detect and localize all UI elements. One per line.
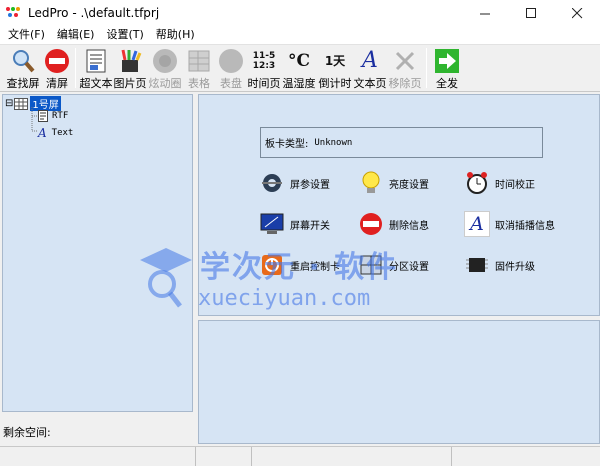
send-all-button[interactable]: 全发 [430, 45, 464, 91]
menu-file[interactable]: 文件(F) [2, 26, 51, 44]
no-entry-icon [358, 211, 384, 237]
close-button[interactable] [554, 0, 600, 26]
time-calibrate-action[interactable]: 时间校正 [464, 170, 535, 196]
green-arrow-icon [433, 47, 461, 74]
toolbar-separator [75, 48, 76, 88]
countdown-day-icon: 1天 [324, 54, 346, 68]
tree-item-rtf[interactable]: RTF [38, 110, 68, 122]
find-screen-button[interactable]: 查找屏 [4, 45, 42, 91]
toolbar: 查找屏 清屏 超文本 图片页 炫动圈 表格 表盘 11-5 12:3 时间页 °… [0, 44, 600, 92]
collapse-toggle-icon[interactable]: ⊟ [5, 98, 13, 109]
dial-button[interactable]: 表盘 [215, 45, 247, 91]
ledpro-app-icon [6, 5, 22, 21]
alarm-clock-icon [464, 170, 490, 196]
free-space-label: 剩余空间: [3, 426, 51, 439]
chip-icon [464, 252, 490, 278]
restart-card-action[interactable]: 重启控制卡 [259, 252, 340, 278]
menu-settings[interactable]: 设置(T) [100, 26, 149, 44]
status-bar [0, 446, 600, 466]
card-type-box: 板卡类型: Unknown [260, 127, 543, 158]
screen-grid-icon [14, 97, 29, 110]
info-output-panel [198, 320, 600, 444]
zone-grid-icon [358, 252, 384, 278]
menu-help[interactable]: 帮助(H) [150, 26, 201, 44]
letter-a-icon: A [362, 48, 378, 73]
screen-tree-panel [2, 94, 193, 412]
window-title: LedPro - .\default.tfprj [28, 6, 160, 20]
brightness-action[interactable]: 亮度设置 [358, 170, 429, 196]
text-a-icon: A [38, 126, 47, 140]
status-cell [252, 447, 452, 466]
maximize-button[interactable] [508, 0, 554, 26]
title-bar: LedPro - .\default.tfprj [0, 0, 600, 26]
maximize-icon [525, 7, 536, 18]
toolbar-separator [426, 48, 427, 88]
animation-button[interactable]: 炫动圈 [147, 45, 183, 91]
gear-wrench-icon [259, 170, 285, 196]
clock-dial-icon [217, 47, 245, 74]
zone-settings-action[interactable]: 分区设置 [358, 252, 429, 278]
status-cell [196, 447, 252, 466]
monitor-icon [259, 211, 285, 237]
super-text-button[interactable]: 超文本 [79, 45, 113, 91]
letter-a-icon: A [464, 211, 490, 237]
screen-params-action[interactable]: 屏参设置 [259, 170, 330, 196]
animation-circle-icon [151, 47, 179, 74]
countdown-button[interactable]: 1天 倒计时 [317, 45, 353, 91]
card-type-label: 板卡类型: [265, 139, 309, 150]
rtf-document-icon [38, 110, 49, 122]
clear-screen-button[interactable]: 清屏 [42, 45, 72, 91]
digital-time-icon: 11-5 12:3 [252, 50, 276, 71]
status-cell [452, 447, 600, 466]
minimize-icon [479, 13, 490, 14]
image-page-button[interactable]: 图片页 [113, 45, 147, 91]
close-icon [571, 7, 582, 18]
light-bulb-icon [358, 170, 384, 196]
menu-bar: 文件(F) 编辑(E) 设置(T) 帮助(H) [0, 26, 600, 44]
table-icon [185, 47, 213, 74]
remove-x-icon [391, 47, 419, 74]
remove-page-button[interactable]: 移除页 [387, 45, 423, 91]
delete-info-action[interactable]: 删除信息 [358, 211, 429, 237]
tree-item-text[interactable]: A Text [38, 126, 73, 140]
firmware-upgrade-action[interactable]: 固件升级 [464, 252, 535, 278]
paint-brushes-icon [116, 47, 144, 74]
card-type-value: Unknown [314, 137, 353, 148]
celsius-icon: °C [287, 50, 311, 71]
screen-switch-action[interactable]: 屏幕开关 [259, 211, 330, 237]
cancel-insert-action[interactable]: A 取消插播信息 [464, 211, 555, 237]
time-page-button[interactable]: 11-5 12:3 时间页 [247, 45, 281, 91]
status-cell [0, 447, 196, 466]
power-restart-icon [259, 252, 285, 278]
minimize-button[interactable] [462, 0, 508, 26]
no-entry-icon [43, 47, 71, 74]
text-page-button[interactable]: A 文本页 [353, 45, 387, 91]
document-icon [82, 47, 110, 74]
magnifier-icon [9, 47, 37, 74]
temp-humidity-button[interactable]: °C 温湿度 [281, 45, 317, 91]
table-button[interactable]: 表格 [183, 45, 215, 91]
menu-edit[interactable]: 编辑(E) [51, 26, 101, 44]
